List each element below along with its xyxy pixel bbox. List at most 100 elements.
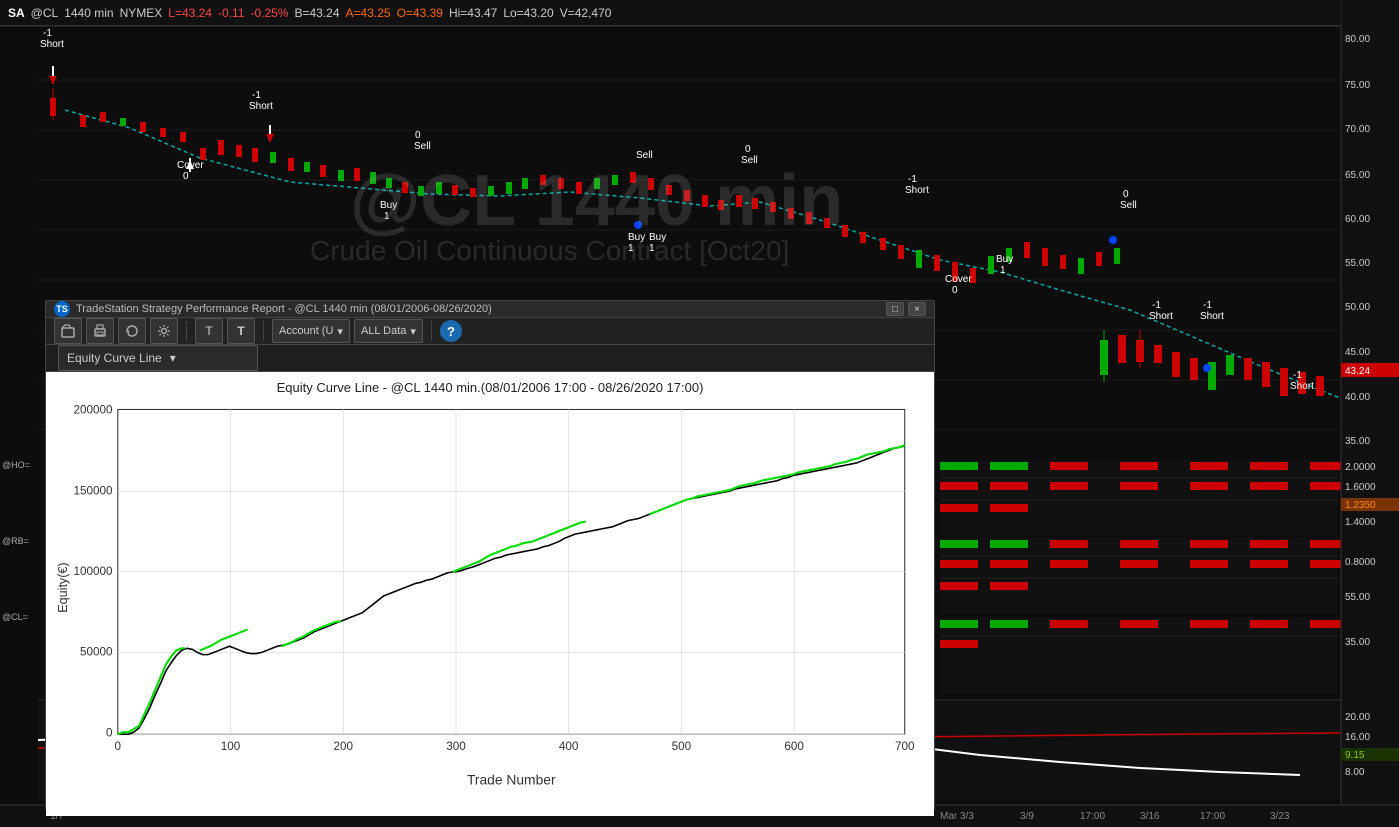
data-range-arrow: ▾ (410, 325, 416, 338)
equity-chart-title: Equity Curve Line - @CL 1440 min.(08/01/… (54, 380, 926, 395)
svg-text:75.00: 75.00 (1345, 80, 1370, 91)
help-button[interactable]: ? (440, 320, 462, 342)
svg-text:0: 0 (952, 285, 958, 296)
ticker-bid: B=43.24 (294, 6, 339, 20)
close-button[interactable]: × (908, 302, 926, 316)
svg-text:1: 1 (628, 243, 634, 254)
ticker-change: -0.11 (218, 6, 244, 20)
data-range-dropdown[interactable]: ALL Data ▾ (354, 319, 423, 343)
svg-text:0.8000: 0.8000 (1345, 557, 1376, 568)
data-range-label: ALL Data (361, 325, 406, 337)
svg-text:Short: Short (40, 39, 64, 50)
svg-text:80.00: 80.00 (1345, 34, 1370, 45)
svg-text:20.00: 20.00 (1345, 712, 1370, 723)
toolbar-separator-2 (263, 321, 264, 341)
perf-title-text: TradeStation Strategy Performance Report… (76, 303, 492, 315)
ticker-exchange: NYMEX (120, 6, 163, 20)
svg-text:Sell: Sell (741, 155, 758, 166)
equity-curve-svg: 200000 150000 100000 50000 0 0 100 200 3… (54, 399, 926, 797)
svg-text:43.24: 43.24 (1345, 366, 1370, 377)
svg-text:100000: 100000 (73, 565, 112, 578)
refresh-button[interactable] (118, 318, 146, 344)
svg-text:Short: Short (905, 185, 929, 196)
equity-chart-container: 200000 150000 100000 50000 0 0 100 200 3… (54, 399, 926, 797)
svg-text:17:00: 17:00 (1080, 811, 1105, 822)
ticker-bar: SA @CL 1440 min NYMEX L=43.24 -0.11 -0.2… (0, 0, 1341, 26)
svg-text:0: 0 (183, 171, 189, 182)
text-normal-button[interactable]: T (195, 318, 223, 344)
svg-text:700: 700 (895, 740, 915, 753)
svg-text:@HO=: @HO= (2, 460, 30, 470)
svg-text:-1: -1 (252, 90, 261, 101)
svg-text:0: 0 (415, 130, 421, 141)
svg-text:1.6000: 1.6000 (1345, 482, 1376, 493)
svg-text:Buy: Buy (996, 254, 1013, 265)
svg-text:1: 1 (384, 211, 390, 222)
svg-text:3/9: 3/9 (1020, 811, 1034, 822)
ticker-change-pct: -0.25% (250, 6, 288, 20)
svg-text:35.00: 35.00 (1345, 637, 1370, 648)
settings-button[interactable] (150, 318, 178, 344)
svg-text:3/23: 3/23 (1270, 811, 1290, 822)
svg-text:300: 300 (446, 740, 466, 753)
perf-panel: TS TradeStation Strategy Performance Rep… (45, 300, 935, 810)
svg-text:200000: 200000 (73, 404, 112, 417)
svg-text:Buy: Buy (649, 232, 666, 243)
window-controls: □ × (886, 302, 926, 316)
open-button[interactable] (54, 318, 82, 344)
svg-text:Cover: Cover (177, 160, 204, 171)
svg-text:70.00: 70.00 (1345, 124, 1370, 135)
svg-text:50.00: 50.00 (1345, 302, 1370, 313)
svg-text:65.00: 65.00 (1345, 170, 1370, 181)
svg-text:1.4000: 1.4000 (1345, 517, 1376, 528)
svg-text:2.0000: 2.0000 (1345, 462, 1376, 473)
svg-text:Trade Number: Trade Number (467, 773, 556, 788)
svg-text:Equity(€): Equity(€) (56, 562, 70, 612)
account-dropdown-arrow: ▾ (337, 325, 343, 338)
svg-text:0: 0 (115, 740, 122, 753)
svg-text:8.00: 8.00 (1345, 767, 1365, 778)
ticker-vol: V=42,470 (560, 6, 612, 20)
svg-text:-1: -1 (1152, 300, 1161, 311)
perf-title-bar: TS TradeStation Strategy Performance Rep… (46, 301, 934, 318)
svg-text:@CL=: @CL= (2, 612, 28, 622)
account-dropdown[interactable]: Account (U ▾ (272, 319, 350, 343)
svg-text:1: 1 (1000, 265, 1006, 276)
svg-text:Buy: Buy (628, 232, 645, 243)
svg-text:1: 1 (649, 243, 655, 254)
minimize-button[interactable]: □ (886, 302, 904, 316)
print-button[interactable] (86, 318, 114, 344)
toolbar-separator-1 (186, 321, 187, 341)
svg-text:17:00: 17:00 (1200, 811, 1225, 822)
svg-text:@RB=: @RB= (2, 536, 29, 546)
ticker-timeframe: 1440 min (64, 6, 113, 20)
ticker-symbol: SA (8, 6, 25, 20)
svg-text:-1: -1 (1293, 370, 1302, 381)
svg-text:200: 200 (333, 740, 353, 753)
svg-text:16.00: 16.00 (1345, 732, 1370, 743)
svg-text:60.00: 60.00 (1345, 214, 1370, 225)
svg-text:100: 100 (221, 740, 241, 753)
svg-text:Cover: Cover (945, 274, 972, 285)
perf-toolbar: T T Account (U ▾ ALL Data ▾ ? (46, 318, 934, 345)
svg-text:Mar 3/3: Mar 3/3 (940, 811, 974, 822)
equity-chart-area: Equity Curve Line - @CL 1440 min.(08/01/… (46, 372, 934, 816)
ticker-instrument: @CL (31, 6, 59, 20)
svg-text:400: 400 (559, 740, 579, 753)
svg-text:50000: 50000 (80, 646, 113, 659)
report-type-dropdown[interactable]: Equity Curve Line ▾ (58, 345, 258, 371)
svg-text:3/16: 3/16 (1140, 811, 1160, 822)
svg-text:600: 600 (784, 740, 804, 753)
svg-text:Sell: Sell (1120, 200, 1137, 211)
svg-text:Short: Short (249, 101, 273, 112)
svg-text:-1: -1 (908, 174, 917, 185)
ticker-lo: Lo=43.20 (503, 6, 553, 20)
svg-text:Short: Short (1290, 381, 1314, 392)
svg-text:150000: 150000 (73, 484, 112, 497)
report-selector-bar: Equity Curve Line ▾ (46, 345, 934, 372)
ts-icon: TS (54, 301, 70, 317)
svg-text:35.00: 35.00 (1345, 436, 1370, 447)
svg-text:45.00: 45.00 (1345, 347, 1370, 358)
svg-text:Short: Short (1200, 311, 1224, 322)
text-bold-button[interactable]: T (227, 318, 255, 344)
